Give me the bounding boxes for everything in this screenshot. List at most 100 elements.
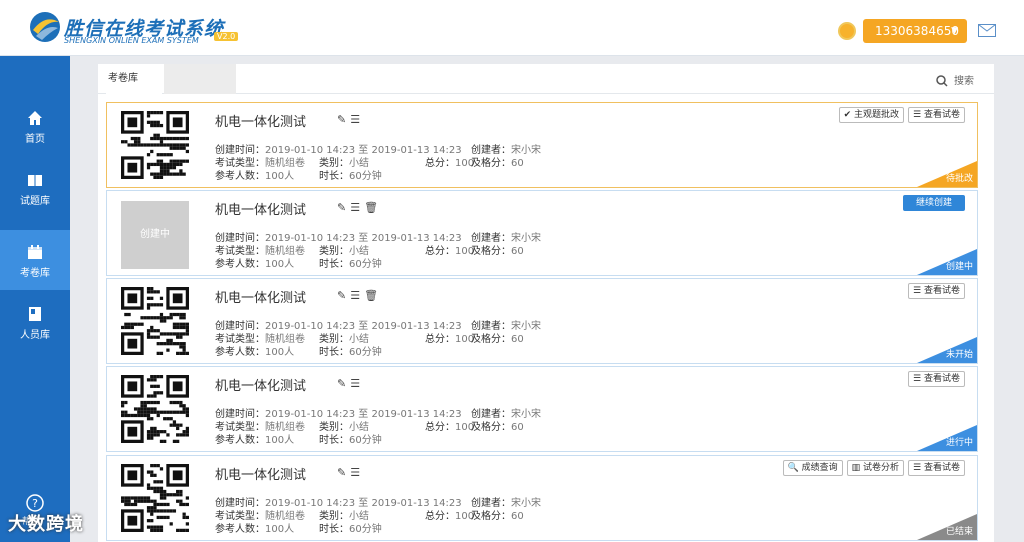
- grade-button[interactable]: ✔ 主观题批改: [838, 107, 905, 123]
- button-label: 查看试卷: [923, 463, 960, 473]
- sidebar: 首页 试题库 考卷库 人员库 ? 帮助: [0, 56, 70, 542]
- button-icon: ▥: [851, 463, 864, 473]
- info-cell: 总分：100: [425, 418, 474, 433]
- info-value: 100人: [265, 347, 295, 358]
- exam-card: 机电一体化测试 ✎☰ 创建时间：2019-01-10 14:23 至 2019-01…: [106, 366, 978, 452]
- info-label: 总分：: [425, 246, 455, 257]
- list-icon[interactable]: ☰: [350, 466, 364, 479]
- view-paper-button[interactable]: ☰ 查看试卷: [908, 107, 965, 123]
- view-paper-button[interactable]: ☰ 查看试卷: [908, 460, 965, 476]
- address-book-icon: [29, 307, 41, 321]
- user-name: 13306384650: [875, 24, 959, 38]
- info-value: 60: [511, 158, 524, 169]
- trash-icon[interactable]: 🗑: [364, 289, 382, 302]
- list-icon[interactable]: ☰: [350, 113, 364, 126]
- version-badge: V2.0: [214, 32, 239, 41]
- status-badge: 待批改: [945, 174, 973, 184]
- info-value: 60: [511, 246, 524, 257]
- info-label: 及格分：: [471, 334, 511, 345]
- exam-card: 机电一体化测试 ✎☰ 创建时间：2019-01-10 14:23 至 2019-01…: [106, 102, 978, 188]
- info-cell: 时长：60分钟: [319, 255, 382, 270]
- exam-card: 创建中 机电一体化测试 ✎☰🗑 创建时间：2019-01-10 14:23 至 201…: [106, 190, 978, 276]
- view-paper-button[interactable]: ☰ 查看试卷: [908, 371, 965, 387]
- sidebar-item-exam-library[interactable]: 考卷库: [0, 230, 70, 290]
- info-label: 参考人数：: [215, 171, 265, 182]
- button-icon: 🔍: [787, 463, 802, 473]
- list-icon[interactable]: ☰: [350, 201, 364, 214]
- info-label: 时长：: [319, 435, 349, 446]
- tab-exam-library[interactable]: 考卷库: [106, 64, 162, 94]
- action-icons: ✎☰: [337, 377, 364, 390]
- info-label: 时长：: [319, 347, 349, 358]
- info-label: 及格分：: [471, 422, 511, 433]
- edit-icon[interactable]: ✎: [337, 289, 350, 302]
- button-icon: ☰: [913, 463, 924, 473]
- info-label: 时长：: [319, 524, 349, 535]
- info-cell: 及格分：60: [471, 154, 524, 169]
- action-icons: ✎☰🗑: [337, 201, 382, 214]
- status-badge: 已结束: [945, 527, 973, 537]
- info-row: 参考人数：100人 时长：60分钟: [215, 255, 382, 270]
- top-header: 胜信在线考试系统 SHENGXIN ONLIEN EXAM SYSTEM V2.…: [0, 0, 1024, 56]
- book-icon: [28, 175, 42, 186]
- info-label: 及格分：: [471, 158, 511, 169]
- caret-down-icon: ▼: [951, 26, 958, 36]
- info-value: 60: [511, 422, 524, 433]
- info-row: 参考人数：100人 时长：60分钟: [215, 520, 382, 535]
- button-label: 继续创建: [915, 198, 952, 208]
- avatar[interactable]: [838, 22, 856, 40]
- info-cell: 总分：100: [425, 330, 474, 345]
- edit-icon[interactable]: ✎: [337, 113, 350, 126]
- sidebar-item-home[interactable]: 首页: [0, 96, 70, 156]
- info-label: 时长：: [319, 171, 349, 182]
- info-cell: 时长：60分钟: [319, 431, 382, 446]
- score-query-button[interactable]: 🔍 成绩查询: [782, 460, 843, 476]
- main-panel: 考卷库 搜索 机电一体化测试 ✎☰ 创建时间：2019-01-10 14:23 至 …: [98, 64, 994, 542]
- qr-code-icon: [121, 464, 189, 532]
- info-label: 总分：: [425, 422, 455, 433]
- edit-icon[interactable]: ✎: [337, 466, 350, 479]
- edit-icon[interactable]: ✎: [337, 377, 350, 390]
- watermark: 大数跨境: [8, 514, 84, 535]
- sidebar-item-personnel[interactable]: 人员库: [0, 292, 70, 352]
- info-value: 60分钟: [349, 347, 382, 358]
- continue-create-button[interactable]: 继续创建: [902, 195, 965, 211]
- info-label: 参考人数：: [215, 524, 265, 535]
- status-badge: 未开始: [945, 350, 973, 360]
- info-label: 时长：: [319, 259, 349, 270]
- button-label: 成绩查询: [801, 463, 838, 473]
- button-icon: ✔: [843, 110, 855, 120]
- info-cell: 总分：100: [425, 242, 474, 257]
- exam-title: 机电一体化测试: [215, 468, 307, 483]
- info-label: 总分：: [425, 511, 455, 522]
- info-value: 60: [511, 334, 524, 345]
- paper-analysis-button[interactable]: ▥ 试卷分析: [846, 460, 905, 476]
- status-badge: 创建中: [945, 262, 973, 272]
- button-label: 试卷分析: [863, 463, 900, 473]
- info-value: 60: [511, 511, 524, 522]
- info-row: 参考人数：100人 时长：60分钟: [215, 167, 382, 182]
- info-value: 100人: [265, 524, 295, 535]
- info-label: 参考人数：: [215, 259, 265, 270]
- search-label: 搜索: [954, 76, 974, 87]
- qr-code-icon: [121, 111, 189, 179]
- sidebar-item-question-bank[interactable]: 试题库: [0, 158, 70, 218]
- exam-title: 机电一体化测试: [215, 379, 307, 394]
- tab-bar: 考卷库 搜索: [98, 64, 994, 94]
- info-cell: 时长：60分钟: [319, 167, 382, 182]
- svg-text:?: ?: [32, 497, 38, 510]
- card-actions: ☰ 查看试卷: [908, 371, 965, 387]
- info-label: 参考人数：: [215, 347, 265, 358]
- user-menu-button[interactable]: 13306384650 ▼: [863, 19, 967, 43]
- button-label: 查看试卷: [923, 374, 960, 384]
- search-button[interactable]: 搜索: [936, 72, 974, 87]
- view-paper-button[interactable]: ☰ 查看试卷: [908, 283, 965, 299]
- mail-icon[interactable]: [978, 24, 996, 37]
- info-cell: 及格分：60: [471, 418, 524, 433]
- card-actions: ✔ 主观题批改 ☰ 查看试卷: [838, 107, 965, 123]
- list-icon[interactable]: ☰: [350, 377, 364, 390]
- list-icon[interactable]: ☰: [350, 289, 364, 302]
- qr-code-icon: [121, 375, 189, 443]
- edit-icon[interactable]: ✎: [337, 201, 350, 214]
- trash-icon[interactable]: 🗑: [364, 201, 382, 214]
